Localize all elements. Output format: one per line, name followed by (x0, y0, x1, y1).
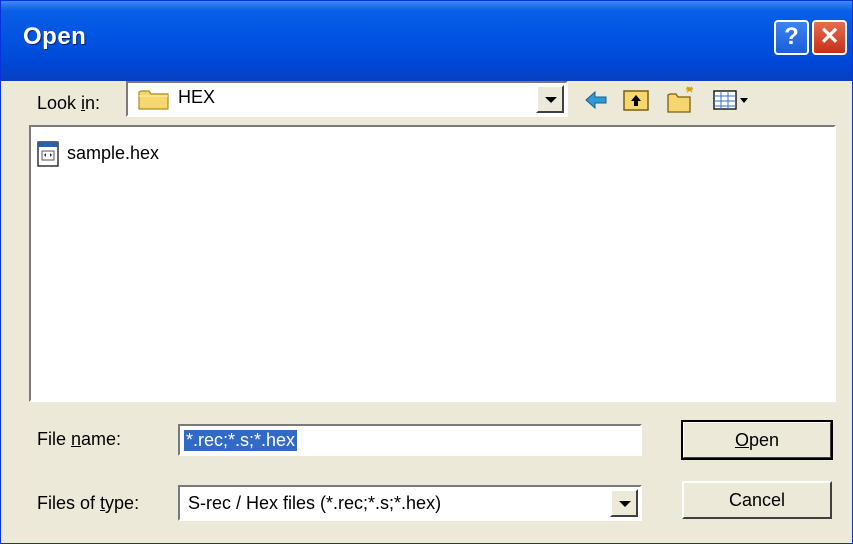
look-in-value: HEX (178, 87, 216, 107)
view-menu-icon[interactable] (711, 85, 753, 115)
file-list[interactable]: sample.hex (29, 125, 836, 402)
up-one-level-icon[interactable] (621, 85, 651, 115)
files-of-type-dropdown-button[interactable] (610, 489, 638, 517)
back-arrow-icon[interactable] (581, 85, 611, 115)
cancel-button[interactable]: Cancel (682, 481, 832, 519)
files-of-type-dropdown[interactable]: S-rec / Hex files (*.rec;*.s;*.hex) (178, 485, 642, 521)
window-title: Open (23, 23, 87, 50)
folder-icon (138, 90, 169, 110)
title-bar[interactable]: Open ? ✕ (1, 1, 852, 81)
files-of-type-label: Files of type: (37, 493, 140, 513)
chevron-down-icon (545, 97, 557, 103)
create-new-folder-icon[interactable] (666, 85, 696, 115)
file-name-value: *.rec;*.s;*.hex (184, 430, 298, 451)
open-dialog: Open ? ✕ Look in: HEX sample.hex File na… (0, 0, 853, 544)
file-name-input[interactable]: *.rec;*.s;*.hex (178, 424, 642, 456)
look-in-label: Look in: (37, 93, 101, 113)
chevron-down-icon (619, 501, 631, 507)
hex-file-icon (37, 141, 59, 167)
close-icon: ✕ (819, 23, 840, 50)
help-icon: ? (784, 23, 799, 50)
file-name-label: File name: (37, 429, 122, 449)
look-in-dropdown[interactable]: HEX (126, 81, 568, 117)
close-button[interactable]: ✕ (812, 20, 847, 55)
file-name: sample.hex (67, 143, 160, 163)
look-in-dropdown-button[interactable] (536, 85, 564, 113)
help-button[interactable]: ? (774, 20, 809, 55)
files-of-type-value: S-rec / Hex files (*.rec;*.s;*.hex) (188, 493, 442, 513)
open-button[interactable]: Open (681, 420, 833, 460)
